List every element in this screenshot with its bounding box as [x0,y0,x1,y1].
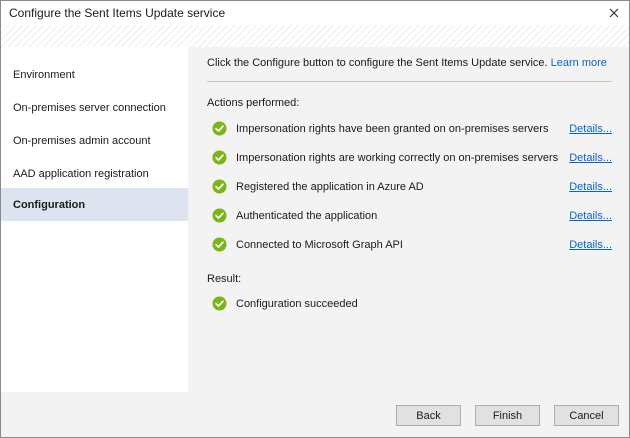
details-link[interactable]: Details... [569,239,612,251]
sidebar-item-configuration[interactable]: Configuration [1,188,188,221]
sidebar-item-on-premises-admin-account[interactable]: On-premises admin account [1,124,188,157]
sidebar-item-label: On-premises server connection [13,101,166,114]
back-button[interactable]: Back [396,405,461,426]
check-circle-icon [212,237,227,252]
check-circle-icon [212,179,227,194]
action-text: Impersonation rights have been granted o… [236,123,549,135]
check-circle-icon [212,296,227,311]
intro-message: Click the Configure button to configure … [207,57,548,69]
details-link[interactable]: Details... [569,123,612,135]
sidebar-item-on-premises-server-connection[interactable]: On-premises server connection [1,91,188,124]
main-content-panel: Click the Configure button to configure … [188,47,629,392]
sidebar-item-label: Environment [13,68,75,81]
action-row: Connected to Microsoft Graph API Details… [212,237,612,253]
sidebar-item-label: Configuration [13,198,86,211]
details-link[interactable]: Details... [569,152,612,164]
sidebar-item-label: AAD application registration [13,167,149,180]
wizard-steps-sidebar: Environment On-premises server connectio… [1,47,188,392]
action-row: Impersonation rights are working correct… [212,150,612,166]
sidebar-item-aad-application-registration[interactable]: AAD application registration [1,157,188,190]
close-icon [609,8,619,18]
action-row: Authenticated the application Details... [212,208,612,224]
finish-button[interactable]: Finish [475,405,540,426]
details-link[interactable]: Details... [569,210,612,222]
intro-text: Click the Configure button to configure … [207,57,607,69]
cancel-button[interactable]: Cancel [554,405,619,426]
action-text: Connected to Microsoft Graph API [236,239,403,251]
check-circle-icon [212,150,227,165]
divider [207,81,612,82]
button-bar: Back Finish Cancel [1,392,629,437]
check-circle-icon [212,121,227,136]
result-row: Configuration succeeded [212,296,612,312]
result-label: Result: [207,273,242,285]
action-row: Registered the application in Azure AD D… [212,179,612,195]
sidebar-item-environment[interactable]: Environment [1,58,188,91]
title-bar: Configure the Sent Items Update service [1,1,629,25]
close-button[interactable] [605,4,623,22]
action-text: Authenticated the application [236,210,378,222]
result-text: Configuration succeeded [236,298,358,310]
details-link[interactable]: Details... [569,181,612,193]
action-row: Impersonation rights have been granted o… [212,121,612,137]
sidebar-item-label: On-premises admin account [13,134,151,147]
check-circle-icon [212,208,227,223]
actions-performed-label: Actions performed: [207,97,300,109]
header-banner [1,25,629,47]
action-text: Impersonation rights are working correct… [236,152,559,164]
action-text: Registered the application in Azure AD [236,181,424,193]
learn-more-link[interactable]: Learn more [551,57,607,69]
dialog-window: Configure the Sent Items Update service … [0,0,630,438]
window-title: Configure the Sent Items Update service [9,6,226,20]
